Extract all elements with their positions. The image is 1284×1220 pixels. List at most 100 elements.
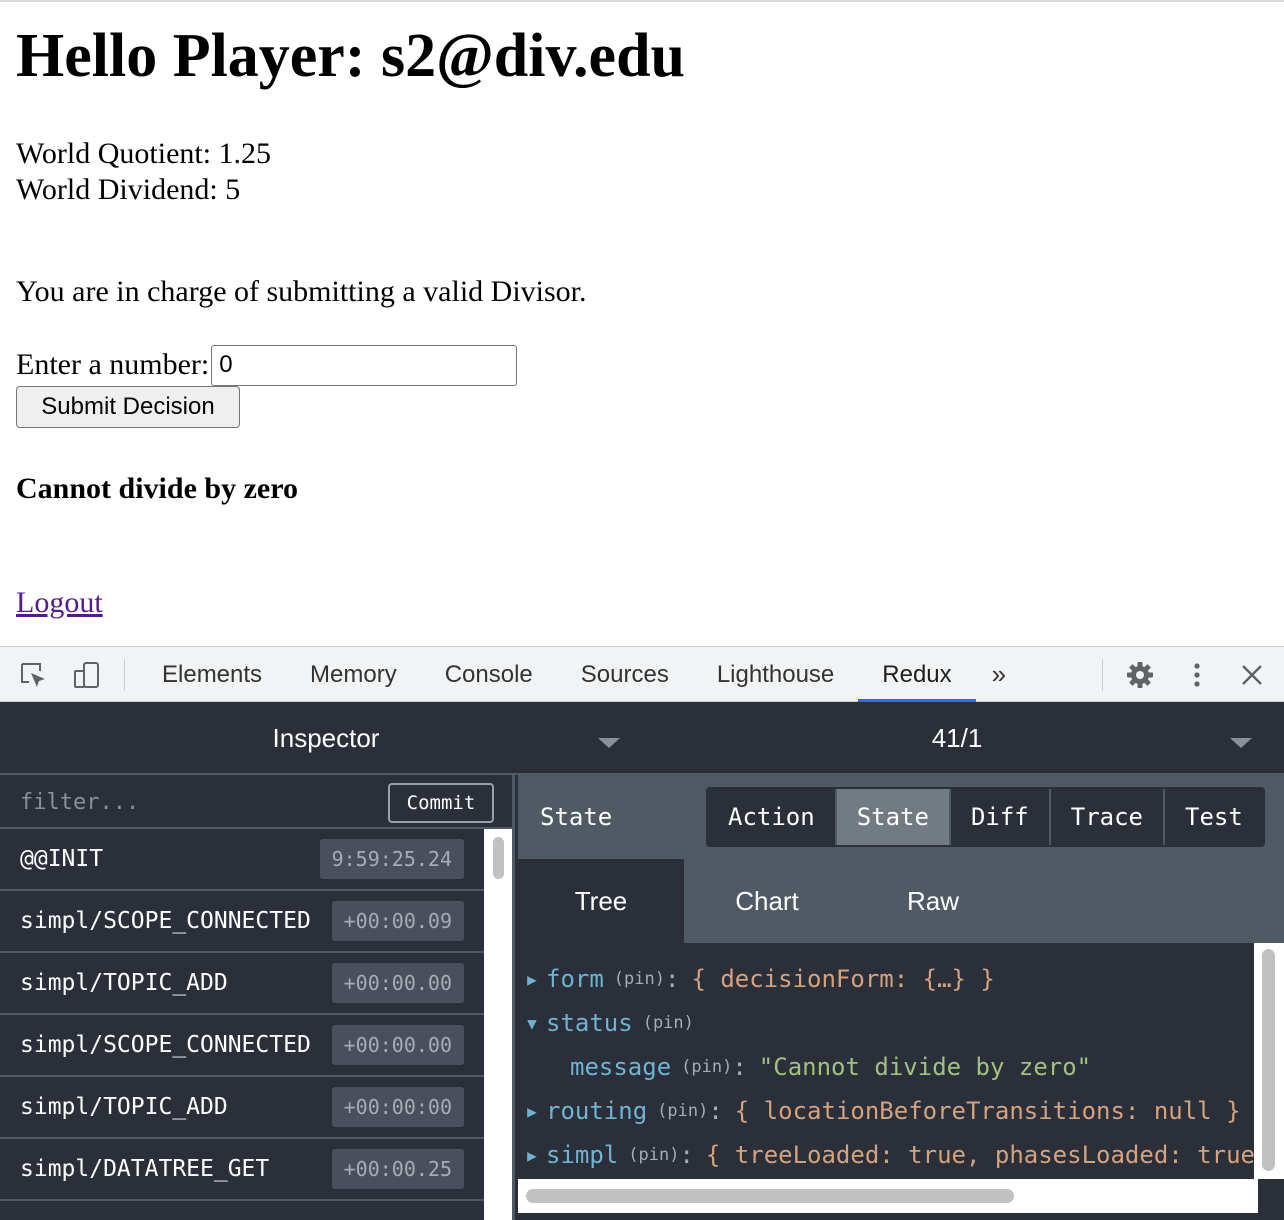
- tab-chart[interactable]: Chart: [684, 859, 850, 943]
- action-time-badge: +00:00:00: [331, 1087, 464, 1127]
- divisor-input[interactable]: [211, 344, 518, 386]
- tree-node-status[interactable]: ▼ status (pin): [518, 1001, 694, 1045]
- tab-diff[interactable]: Diff: [950, 789, 1051, 845]
- chevron-down-icon: [1230, 738, 1252, 748]
- tab-elements[interactable]: Elements: [138, 647, 286, 702]
- more-tabs-icon[interactable]: »: [976, 647, 1022, 702]
- redux-devtools-panel: Inspector 41/1 Commit @@INIT 9:59:25.24 …: [0, 702, 1284, 1220]
- scrollbar-thumb[interactable]: [1262, 949, 1275, 1171]
- action-name: simpl/TOPIC_ADD: [20, 970, 228, 996]
- gear-icon[interactable]: [1124, 659, 1156, 691]
- expand-arrow-icon[interactable]: ▶: [518, 1146, 546, 1165]
- tab-action[interactable]: Action: [708, 789, 837, 845]
- tree-horizontal-scrollbar[interactable]: [518, 1179, 1258, 1213]
- action-row[interactable]: simpl/TOPIC_ADD +00:00:00: [0, 1077, 484, 1139]
- tab-redux[interactable]: Redux: [858, 647, 977, 702]
- tab-trace[interactable]: Trace: [1050, 789, 1165, 845]
- tree-node-routing[interactable]: ▶ routing (pin) : { locationBeforeTransi…: [518, 1089, 1241, 1133]
- pin-label[interactable]: (pin): [643, 1013, 694, 1033]
- expand-arrow-icon[interactable]: ▶: [518, 970, 546, 989]
- inspect-element-icon[interactable]: [17, 659, 49, 691]
- action-row[interactable]: simpl/SCOPE_CONNECTED +00:00.09: [0, 891, 484, 953]
- action-name: simpl/SCOPE_CONNECTED: [20, 908, 311, 934]
- tab-raw[interactable]: Raw: [850, 859, 1016, 943]
- device-toolbar-icon[interactable]: [71, 659, 103, 691]
- kebab-menu-icon[interactable]: [1181, 659, 1213, 691]
- panel-title: State: [540, 803, 613, 831]
- pin-label[interactable]: (pin): [681, 1057, 732, 1077]
- tab-lighthouse[interactable]: Lighthouse: [693, 647, 858, 702]
- divisor-form-row: Enter a number:: [16, 344, 518, 386]
- tree-node-simpl[interactable]: ▶ simpl (pin) : { treeLoaded: true, phas…: [518, 1133, 1255, 1177]
- tree-colon: :: [732, 1053, 747, 1081]
- action-name: simpl/SCOPE_CONNECTED: [20, 1032, 311, 1058]
- filter-row: Commit: [0, 775, 512, 829]
- tree-colon: :: [664, 965, 680, 993]
- toolbar-divider: [124, 659, 125, 691]
- action-row[interactable]: simpl/SCOPE_CONNECTED +00:00.00: [0, 1015, 484, 1077]
- action-name: simpl/DATATREE_GET: [20, 1156, 270, 1182]
- action-list: @@INIT 9:59:25.24 simpl/SCOPE_CONNECTED …: [0, 829, 484, 1220]
- monitor-select[interactable]: Inspector: [0, 702, 652, 775]
- devtools-tab-bar: Elements Memory Console Sources Lighthou…: [0, 646, 1284, 702]
- tree-value: { treeLoaded: true, phasesLoaded: true: [705, 1141, 1255, 1169]
- tab-state[interactable]: State: [836, 789, 951, 845]
- state-header: State Action State Diff Trace Test: [518, 775, 1284, 859]
- state-tree: ▶ form (pin) : { decisionForm: {…} } ▼ s…: [518, 943, 1258, 1179]
- error-message: Cannot divide by zero: [16, 472, 298, 505]
- commit-button[interactable]: Commit: [388, 783, 494, 823]
- state-pane: State Action State Diff Trace Test Tree …: [518, 775, 1284, 1220]
- tab-console[interactable]: Console: [421, 647, 557, 702]
- collapse-arrow-icon[interactable]: ▼: [518, 1014, 546, 1033]
- expand-arrow-icon[interactable]: ▶: [518, 1102, 546, 1121]
- tree-key: form: [546, 965, 604, 993]
- tree-colon: :: [708, 1097, 723, 1125]
- scrollbar-thumb[interactable]: [493, 837, 504, 879]
- pin-label[interactable]: (pin): [614, 969, 665, 989]
- redux-header: Inspector 41/1: [0, 702, 1284, 775]
- action-list-pane: Commit @@INIT 9:59:25.24 simpl/SCOPE_CON…: [0, 775, 515, 1220]
- action-row[interactable]: simpl/TOPIC_ADD +00:00.00: [0, 953, 484, 1015]
- tree-key: routing: [546, 1097, 648, 1125]
- tree-colon: :: [679, 1141, 694, 1169]
- action-row[interactable]: @@INIT 9:59:25.24: [0, 829, 484, 891]
- pin-label[interactable]: (pin): [657, 1101, 708, 1121]
- tree-value: { decisionForm: {…} }: [691, 965, 995, 993]
- action-time-badge: 9:59:25.24: [319, 839, 464, 879]
- monitor-select-label: Inspector: [272, 723, 380, 753]
- tab-tree[interactable]: Tree: [518, 859, 684, 943]
- scrollbar-thumb[interactable]: [526, 1189, 1014, 1203]
- close-icon[interactable]: [1236, 659, 1268, 691]
- submit-decision-button[interactable]: Submit Decision: [16, 386, 240, 428]
- devtools-tabs: Elements Memory Console Sources Lighthou…: [138, 647, 1022, 702]
- instance-select[interactable]: 41/1: [652, 702, 1262, 775]
- tree-node-form[interactable]: ▶ form (pin) : { decisionForm: {…} }: [518, 957, 995, 1001]
- inspector-tab-group: Action State Diff Trace Test: [706, 787, 1265, 847]
- tree-key: simpl: [546, 1141, 619, 1169]
- tree-value: { locationBeforeTransitions: null }: [734, 1097, 1241, 1125]
- toolbar-divider-right: [1102, 659, 1103, 691]
- tree-key: status: [546, 1009, 633, 1037]
- action-name: simpl/TOPIC_ADD: [20, 1094, 228, 1120]
- chevron-down-icon: [598, 738, 620, 748]
- view-tabs: Tree Chart Raw: [518, 859, 1284, 943]
- app-page: Hello Player: s2@div.edu World Quotient:…: [0, 0, 1284, 646]
- tree-vertical-scrollbar[interactable]: [1254, 943, 1284, 1179]
- action-list-scrollbar[interactable]: [484, 829, 512, 1220]
- tab-test[interactable]: Test: [1165, 789, 1263, 845]
- tab-memory[interactable]: Memory: [286, 647, 421, 702]
- pin-label[interactable]: (pin): [628, 1145, 679, 1165]
- action-row[interactable]: simpl/DATATREE_GET +00:00.25: [0, 1139, 484, 1201]
- instructions-text: You are in charge of submitting a valid …: [16, 275, 587, 308]
- logout-link[interactable]: Logout: [16, 584, 103, 622]
- tree-key: message: [570, 1053, 672, 1081]
- page-heading: Hello Player: s2@div.edu: [16, 22, 686, 90]
- tab-sources[interactable]: Sources: [557, 647, 693, 702]
- action-time-badge: +00:00.00: [331, 1025, 464, 1065]
- tree-value: "Cannot divide by zero": [758, 1053, 1092, 1081]
- tree-node-message[interactable]: message (pin) : "Cannot divide by zero": [570, 1045, 1091, 1089]
- instance-select-label: 41/1: [931, 723, 983, 753]
- action-time-badge: +00:00.25: [331, 1149, 464, 1189]
- filter-input[interactable]: [6, 781, 376, 823]
- world-dividend: World Dividend: 5: [16, 173, 241, 206]
